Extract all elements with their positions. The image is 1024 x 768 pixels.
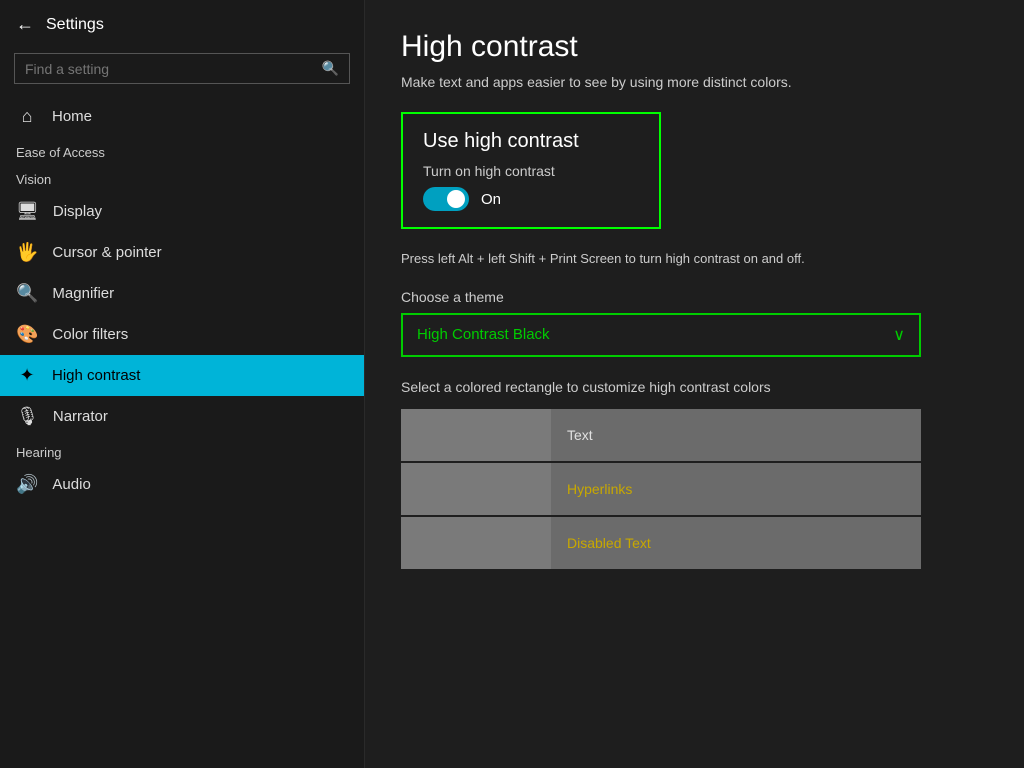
colors-label: Select a colored rectangle to customize …: [401, 379, 988, 395]
high-contrast-box: Use high contrast Turn on high contrast …: [401, 112, 661, 229]
hc-toggle-label: Turn on high contrast: [423, 163, 639, 179]
sidebar-header: ← Settings: [0, 0, 364, 49]
sidebar-item-magnifier-label: Magnifier: [52, 285, 114, 302]
search-box[interactable]: 🔍: [14, 53, 350, 84]
color-row-hyperlinks[interactable]: Hyperlinks: [401, 463, 921, 515]
page-subtitle: Make text and apps easier to see by usin…: [401, 74, 988, 90]
cursor-icon: 🖐: [16, 242, 38, 263]
high-contrast-toggle[interactable]: [423, 187, 469, 211]
sidebar-item-narrator-label: Narrator: [53, 408, 108, 425]
hearing-label: Hearing: [0, 437, 364, 464]
sidebar-item-display-label: Display: [53, 203, 102, 220]
display-icon: 🖥: [16, 201, 39, 222]
narrator-icon: 🎙: [16, 406, 39, 427]
sidebar-item-color-filters-label: Color filters: [52, 326, 128, 343]
sidebar-item-color-filters[interactable]: 🎨 Color filters: [0, 314, 364, 355]
toggle-row: On: [423, 187, 639, 211]
sidebar-item-cursor[interactable]: 🖐 Cursor & pointer: [0, 232, 364, 273]
disabled-color-swatch[interactable]: [401, 517, 551, 569]
choose-theme-label: Choose a theme: [401, 289, 988, 305]
dropdown-arrow-icon: ∨: [893, 325, 905, 345]
sidebar-item-narrator[interactable]: 🎙 Narrator: [0, 396, 364, 437]
sidebar-item-home-label: Home: [52, 108, 92, 125]
sidebar: ← Settings 🔍 ⌂ Home Ease of Access Visio…: [0, 0, 365, 768]
theme-dropdown[interactable]: High Contrast Black ∨: [401, 313, 921, 357]
text-color-label: Text: [551, 427, 593, 443]
hyperlinks-color-label: Hyperlinks: [551, 481, 632, 497]
sidebar-item-audio[interactable]: 🔊 Audio: [0, 464, 364, 505]
home-icon: ⌂: [16, 106, 38, 127]
high-contrast-icon: ✦: [16, 365, 38, 386]
color-grid: Text Hyperlinks Disabled Text: [401, 409, 921, 571]
sidebar-item-high-contrast[interactable]: ✦ High contrast: [0, 355, 364, 396]
sidebar-item-magnifier[interactable]: 🔍 Magnifier: [0, 273, 364, 314]
back-button[interactable]: ←: [16, 14, 34, 35]
audio-icon: 🔊: [16, 474, 38, 495]
ease-of-access-label: Ease of Access: [0, 137, 364, 164]
vision-label: Vision: [0, 164, 364, 191]
theme-value: High Contrast Black: [417, 326, 550, 343]
color-filters-icon: 🎨: [16, 324, 38, 345]
page-title: High contrast: [401, 30, 988, 64]
sidebar-title: Settings: [46, 16, 104, 34]
shortcut-text: Press left Alt + left Shift + Print Scre…: [401, 249, 988, 269]
search-input[interactable]: [25, 61, 322, 77]
sidebar-item-home[interactable]: ⌂ Home: [0, 96, 364, 137]
magnifier-icon: 🔍: [16, 283, 38, 304]
hyperlinks-color-swatch[interactable]: [401, 463, 551, 515]
sidebar-item-cursor-label: Cursor & pointer: [52, 244, 161, 261]
toggle-state-label: On: [481, 191, 501, 208]
sidebar-item-high-contrast-label: High contrast: [52, 367, 140, 384]
sidebar-item-audio-label: Audio: [52, 476, 90, 493]
main-content: High contrast Make text and apps easier …: [365, 0, 1024, 768]
color-row-text[interactable]: Text: [401, 409, 921, 461]
search-icon: 🔍: [322, 60, 339, 77]
hc-box-title: Use high contrast: [423, 130, 639, 153]
text-color-swatch[interactable]: [401, 409, 551, 461]
disabled-color-label: Disabled Text: [551, 535, 651, 551]
sidebar-item-display[interactable]: 🖥 Display: [0, 191, 364, 232]
color-row-disabled[interactable]: Disabled Text: [401, 517, 921, 569]
